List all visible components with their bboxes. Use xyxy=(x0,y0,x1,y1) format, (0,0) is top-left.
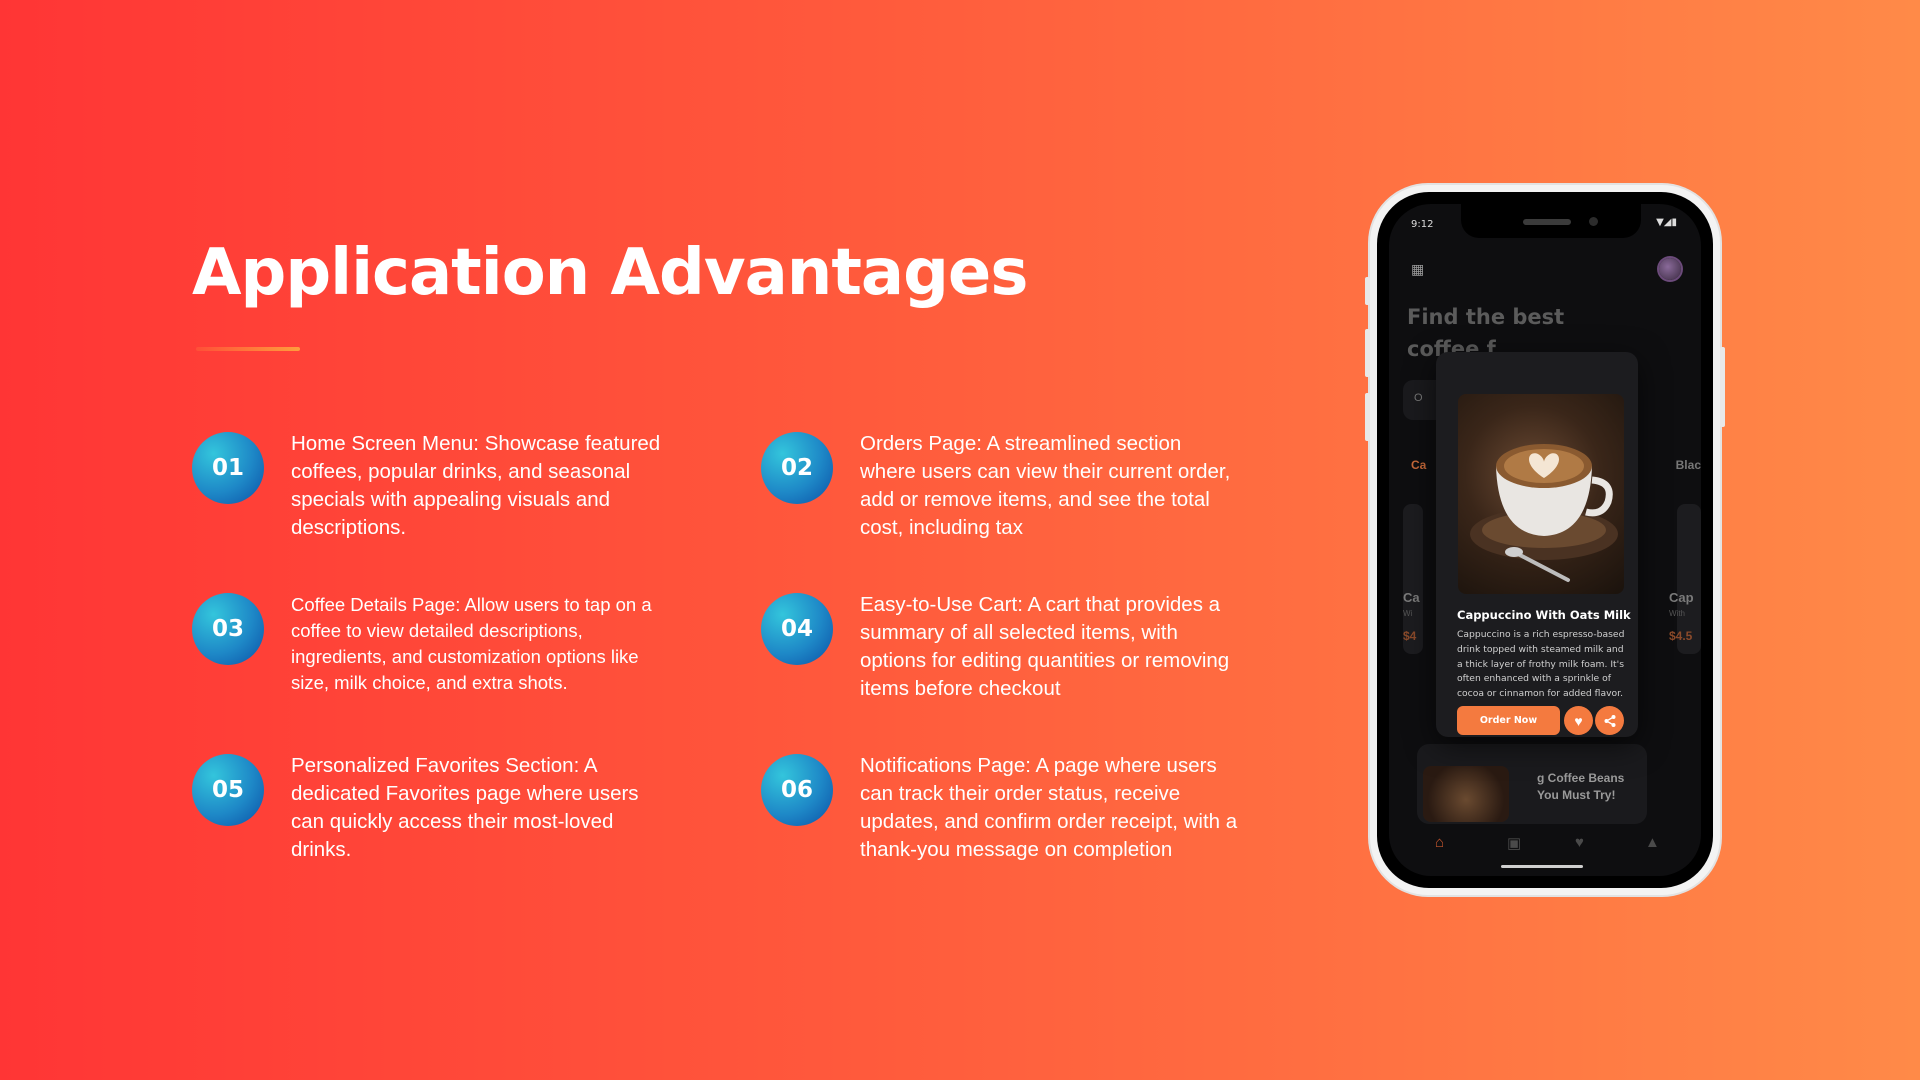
speaker xyxy=(1523,219,1571,225)
grid-menu-icon[interactable]: ▦ xyxy=(1411,261,1424,278)
avatar[interactable] xyxy=(1659,258,1681,280)
coffee-beans-card[interactable]: g Coffee Beans You Must Try! xyxy=(1417,744,1647,824)
status-icons: ▼◢▮ xyxy=(1656,217,1677,228)
cappuccino-image xyxy=(1458,394,1624,594)
feature-text: Easy-to-Use Cart: A cart that provides a… xyxy=(860,593,1230,700)
phone-bezel: 9:12 ▼◢▮ ▦ Find the best coffee f O Ca B… xyxy=(1377,192,1713,888)
popup-title: Cappuccino With Oats Milk xyxy=(1457,608,1631,622)
phone-side-button xyxy=(1720,347,1725,427)
feature-text: Orders Page: A streamlined section where… xyxy=(860,432,1231,539)
feature-text: Home Screen Menu: Showcase featured coff… xyxy=(291,432,661,539)
order-now-button[interactable]: Order Now xyxy=(1457,706,1560,735)
coffee-detail-popup: Cappuccino With Oats Milk Cappuccino is … xyxy=(1436,352,1638,737)
number-badge: 04 xyxy=(761,593,833,665)
share-button[interactable] xyxy=(1595,706,1624,735)
phone-side-button xyxy=(1365,329,1370,377)
phone-notch xyxy=(1461,204,1641,238)
search-icon: O xyxy=(1414,392,1423,404)
feature-text: Notifications Page: A page where users c… xyxy=(860,754,1238,861)
category-tab[interactable]: Ca xyxy=(1411,458,1426,472)
feature-text: Personalized Favorites Section: A dedica… xyxy=(291,754,639,861)
number-badge: 06 xyxy=(761,754,833,826)
phone-mockup: 9:12 ▼◢▮ ▦ Find the best coffee f O Ca B… xyxy=(1365,185,1725,895)
bag-icon[interactable]: ▣ xyxy=(1507,834,1521,852)
coffee-card-price: $4.5 xyxy=(1669,629,1693,643)
category-tab[interactable]: Blac xyxy=(1676,458,1701,472)
favorite-button[interactable]: ♥ xyxy=(1564,706,1593,735)
heart-icon: ♥ xyxy=(1574,712,1583,729)
bottom-navigation: ⌂ ▣ ♥ ▲ xyxy=(1389,834,1701,864)
coffee-card-name: Cap xyxy=(1669,590,1694,605)
bell-icon[interactable]: ▲ xyxy=(1645,834,1660,851)
title-underline xyxy=(196,347,300,351)
page-title: Application Advantages xyxy=(192,236,1028,310)
heart-icon[interactable]: ♥ xyxy=(1575,834,1584,851)
coffee-card-subtitle: With xyxy=(1669,609,1685,618)
coffee-card-name: Ca xyxy=(1403,590,1420,605)
phone-side-button xyxy=(1365,393,1370,441)
coffee-beans-text: g Coffee Beans You Must Try! xyxy=(1537,771,1625,802)
coffee-beans-image xyxy=(1423,766,1509,822)
camera xyxy=(1589,217,1598,226)
status-time: 9:12 xyxy=(1411,219,1434,230)
number-badge: 05 xyxy=(192,754,264,826)
home-icon[interactable]: ⌂ xyxy=(1435,834,1444,851)
coffee-card-price: $4 xyxy=(1403,629,1417,643)
share-icon xyxy=(1604,714,1615,727)
number-badge: 02 xyxy=(761,432,833,504)
feature-text: Coffee Details Page: Allow users to tap … xyxy=(291,594,652,693)
popup-description: Cappuccino is a rich espresso-based drin… xyxy=(1457,629,1625,700)
home-indicator[interactable] xyxy=(1501,865,1583,868)
phone-side-button xyxy=(1365,277,1370,305)
number-badge: 03 xyxy=(192,593,264,665)
number-badge: 01 xyxy=(192,432,264,504)
coffee-card-subtitle: Wi xyxy=(1403,609,1413,618)
phone-screen: 9:12 ▼◢▮ ▦ Find the best coffee f O Ca B… xyxy=(1389,204,1701,876)
